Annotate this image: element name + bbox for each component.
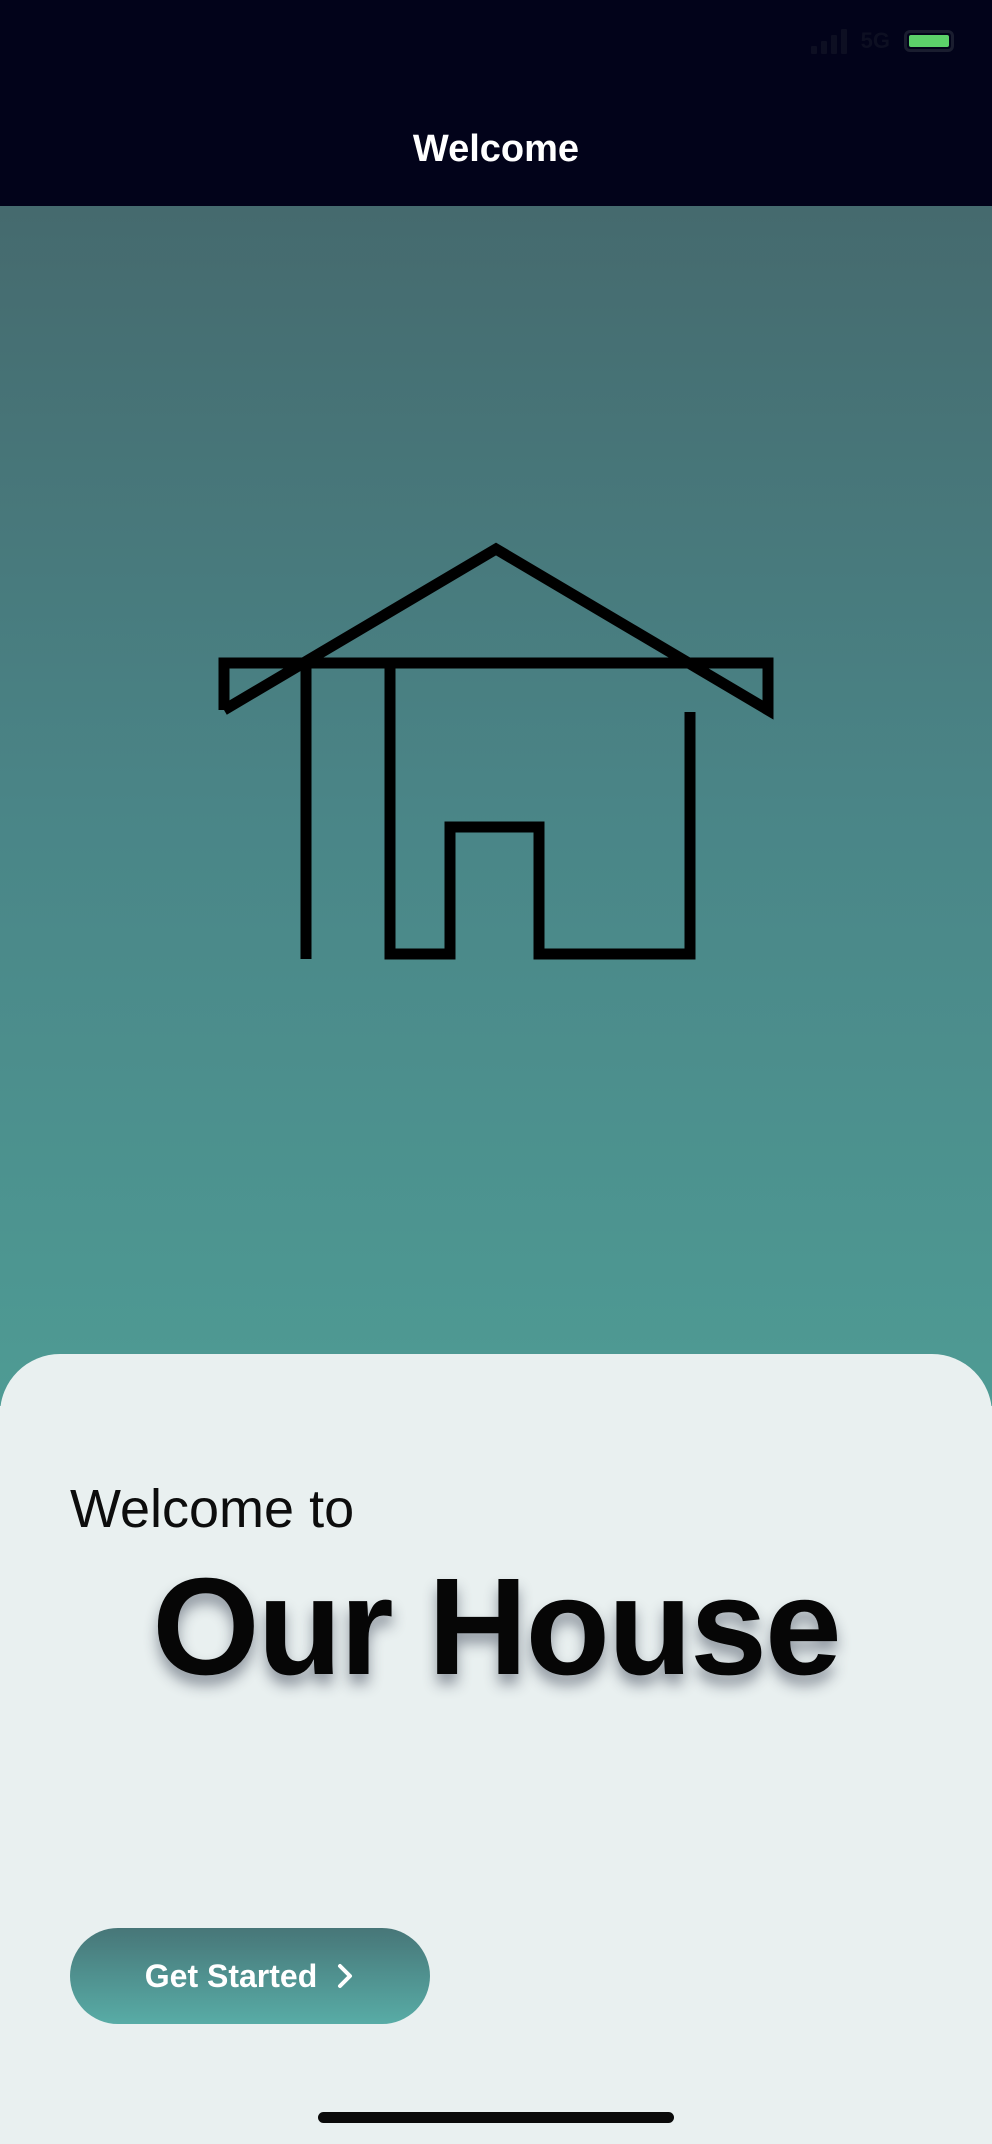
network-label: 5G (860, 28, 890, 53)
get-started-button[interactable]: Get Started (70, 1928, 430, 2024)
welcome-subtitle: Welcome to (70, 1479, 355, 1539)
get-started-label: Get Started (144, 1957, 318, 1994)
brand-title: Our House (152, 1550, 841, 1704)
house-outline-icon (218, 542, 774, 960)
nav-title: Welcome (412, 128, 580, 170)
home-indicator[interactable] (318, 2112, 674, 2123)
battery-icon (904, 30, 954, 52)
navigation-bar: 5G Welcome (0, 0, 992, 206)
status-icons: 5G (810, 28, 954, 54)
signal-icon (810, 28, 847, 54)
welcome-card: Welcome to Our House Get Started (0, 1354, 992, 2144)
chevron-right-icon (338, 1964, 353, 1988)
welcome-screen: 5G Welcome Welcome to Our House Get Star… (0, 0, 992, 2144)
